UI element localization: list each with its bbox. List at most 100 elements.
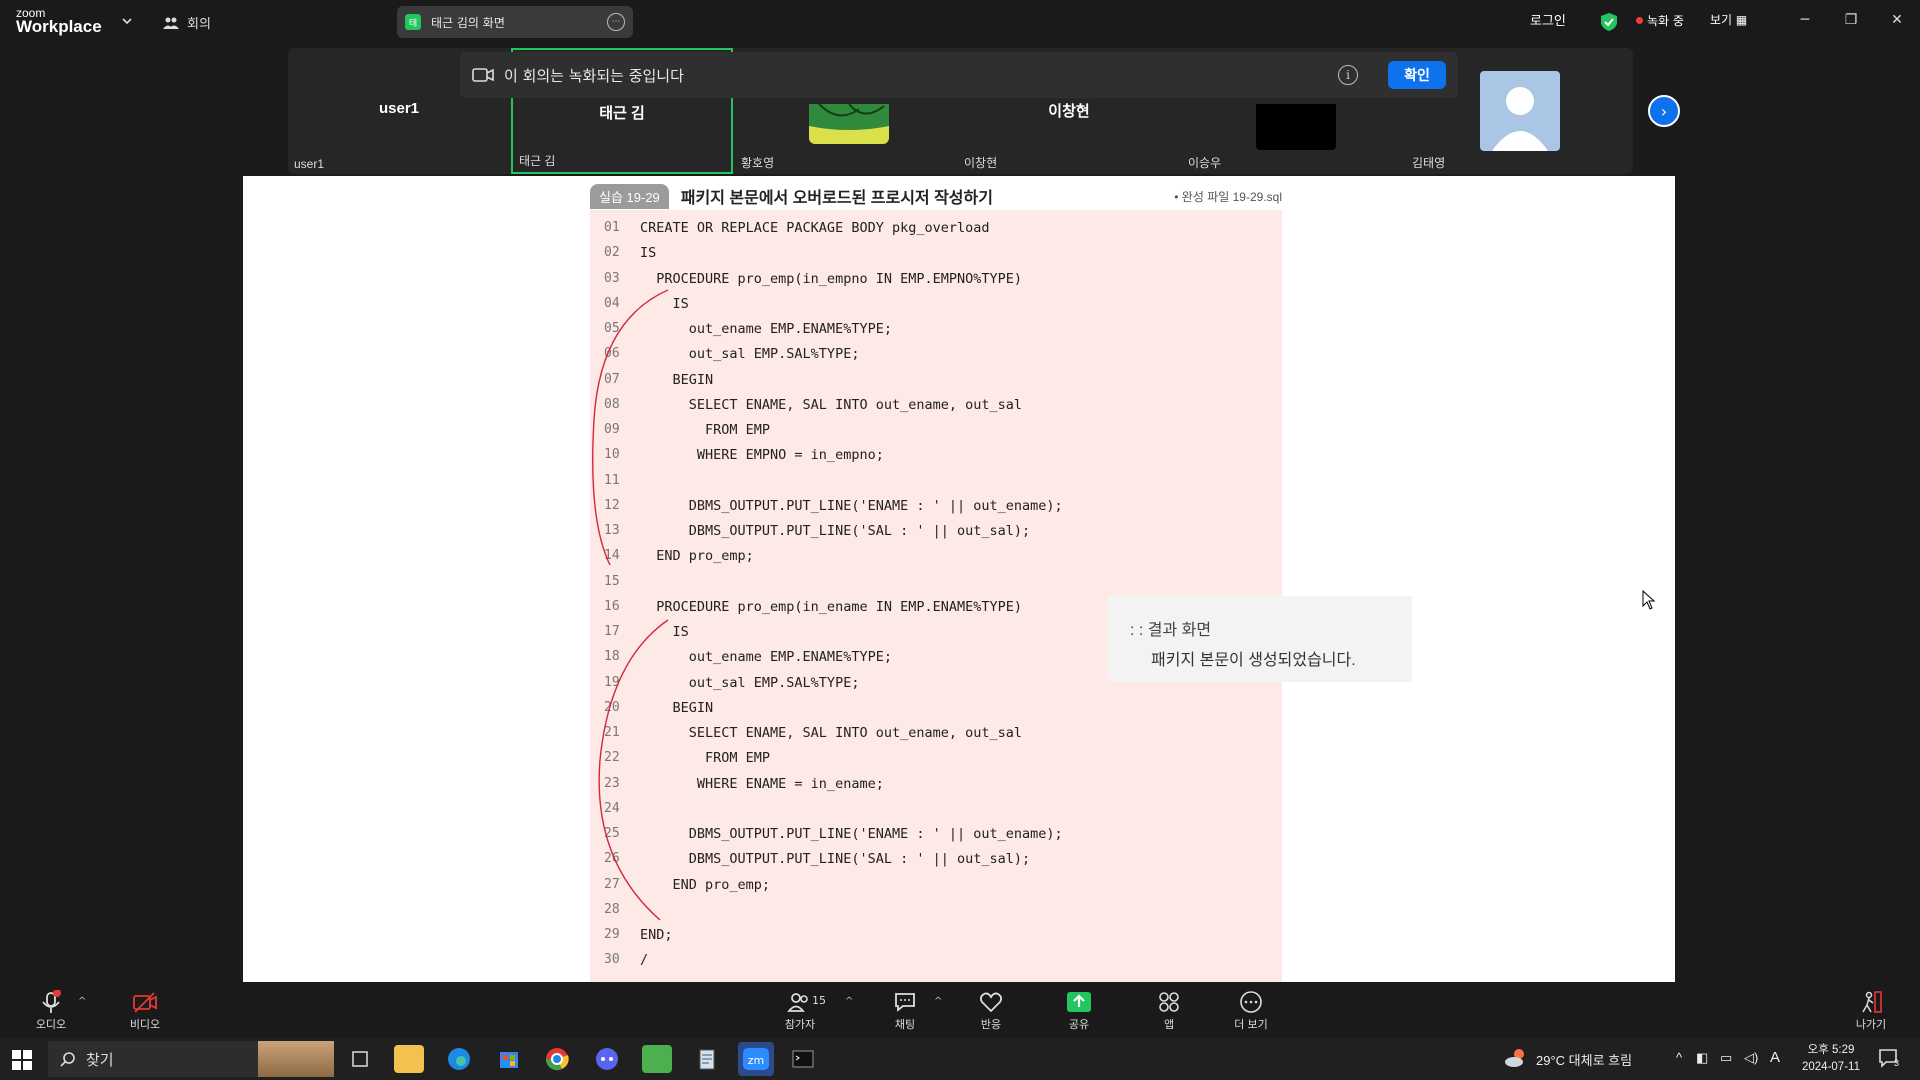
participants-icon (787, 993, 808, 1012)
video-button[interactable]: 비디오 (110, 990, 180, 1038)
discord-icon[interactable] (592, 1045, 622, 1073)
chrome-icon[interactable] (542, 1045, 572, 1073)
confirm-button[interactable]: 확인 (1388, 61, 1446, 89)
code-line: 13 DBMS_OUTPUT.PUT_LINE('SAL : ' || out_… (590, 523, 1282, 548)
more-icon[interactable]: ··· (607, 13, 625, 31)
code-text: SELECT ENAME, SAL INTO out_ename, out_sa… (640, 725, 1023, 741)
participant-image (809, 103, 889, 144)
zoom-app-icon[interactable]: zm (738, 1042, 774, 1076)
person-icon (1492, 87, 1548, 151)
participant-name: user1 (378, 100, 420, 117)
clock[interactable]: 오후 5:29 2024-07-11 (1796, 1042, 1866, 1076)
participant-label: 황호영 (741, 156, 775, 170)
code-line: 06 out_sal EMP.SAL%TYPE; (590, 346, 1282, 371)
code-line: 22 FROM EMP (590, 750, 1282, 775)
participant-label: 이승우 (1188, 156, 1222, 170)
code-text: DBMS_OUTPUT.PUT_LINE('SAL : ' || out_sal… (640, 851, 1031, 868)
code-line: 14 END pro_emp; (590, 548, 1282, 573)
code-line: 26 DBMS_OUTPUT.PUT_LINE('SAL : ' || out_… (590, 851, 1282, 876)
code-text: DBMS_OUTPUT.PUT_LINE('ENAME : ' || out_e… (640, 497, 1063, 514)
leave-icon (1862, 991, 1882, 1013)
exercise-tag: 실습 19-29 (590, 183, 669, 209)
meeting-label: 회의 (187, 17, 211, 32)
participants-options-icon[interactable]: ^ (845, 996, 853, 1007)
chevron-down-icon[interactable] (120, 14, 134, 28)
minimize-button[interactable]: ─ (1790, 8, 1820, 32)
chat-button[interactable]: 채팅 (870, 990, 940, 1038)
close-button[interactable]: ✕ (1882, 8, 1912, 32)
view-menu[interactable]: 보기 ▦ (1710, 11, 1747, 28)
terminal-icon[interactable] (788, 1045, 818, 1073)
ime-indicator[interactable]: A (1770, 1049, 1780, 1066)
signin-button[interactable]: 로그인 (1530, 10, 1566, 29)
exercise-header: 실습 19-29 패키지 본문에서 오버로드된 프로시저 작성하기 • 완성 파… (590, 183, 1282, 209)
code-line: 09 FROM EMP (590, 422, 1282, 447)
title-bar (0, 0, 1920, 44)
network-icon[interactable]: ▭ (1720, 1050, 1732, 1066)
chevron-up-icon[interactable]: ^ (1676, 1050, 1682, 1065)
apps-label: 앱 (1163, 1019, 1175, 1031)
store-icon[interactable] (494, 1045, 524, 1073)
task-view-icon[interactable] (345, 1045, 375, 1073)
code-line: 23 WHERE ENAME = in_ename; (590, 776, 1282, 801)
share-label: 공유 (1068, 1019, 1090, 1031)
video-record-icon (472, 68, 494, 82)
participants-button[interactable]: 참가자 (760, 990, 840, 1038)
audio-label: 오디오 (35, 1019, 67, 1031)
chat-options-icon[interactable]: ^ (934, 996, 942, 1007)
participant-label: 이창현 (964, 156, 998, 170)
code-text: WHERE EMPNO = in_empno; (640, 447, 884, 464)
notepad-icon[interactable] (692, 1045, 722, 1073)
mouse-cursor-icon (1642, 590, 1656, 610)
more-label: 더 보기 (1234, 1019, 1268, 1031)
react-button[interactable]: 반응 (956, 990, 1026, 1038)
meet-now-icon[interactable]: ◧ (1696, 1050, 1708, 1066)
more-button[interactable]: 더 보기 (1216, 990, 1286, 1038)
chat-label: 채팅 (894, 1019, 916, 1031)
brand-name[interactable]: Workplace (16, 17, 102, 37)
file-explorer-icon[interactable] (394, 1045, 424, 1073)
participant-label: 태근 김 (519, 154, 556, 168)
audio-options-icon[interactable]: ^ (78, 996, 86, 1007)
taskbar-search[interactable]: 찾기 (48, 1041, 334, 1077)
participant-label: 김태영 (1412, 156, 1446, 170)
notification-count: 3 (1894, 1058, 1900, 1068)
clock-date: 2024-07-11 (1802, 1061, 1860, 1073)
apps-icon (1159, 992, 1179, 1012)
video-off-icon (133, 992, 157, 1013)
share-button[interactable]: 공유 (1044, 990, 1114, 1038)
code-text: out_ename EMP.ENAME%TYPE; (640, 321, 892, 337)
recording-banner: 이 회의는 녹화되는 중입니다 i 확인 (460, 52, 1458, 98)
chevron-right-icon: › (1660, 101, 1668, 121)
code-text: out_sal EMP.SAL%TYPE; (640, 674, 860, 691)
leave-button[interactable]: 나가기 (1836, 990, 1906, 1038)
volume-icon[interactable]: ◁) (1744, 1050, 1758, 1066)
code-line: 11 (590, 473, 1282, 498)
shield-check-icon[interactable] (1600, 12, 1618, 32)
share-indicator[interactable]: 태 태근 김의 화면 ··· (397, 6, 633, 38)
media-player-icon[interactable] (642, 1045, 672, 1073)
restore-button[interactable]: ❐ (1836, 8, 1866, 32)
meeting-menu[interactable]: 회의 (163, 13, 211, 32)
video-label: 비디오 (129, 1019, 161, 1031)
next-page-button[interactable]: › (1648, 95, 1680, 127)
code-line: 30 / (590, 952, 1282, 977)
search-icon (60, 1052, 75, 1067)
recording-indicator[interactable]: 녹화 중 (1636, 12, 1684, 29)
microphone-icon (42, 990, 61, 1013)
recording-banner-text: 이 회의는 녹화되는 중입니다 (504, 66, 684, 85)
info-icon[interactable]: i (1338, 65, 1358, 85)
code-text: WHERE ENAME = in_ename; (640, 775, 884, 792)
code-line: 15 (590, 574, 1282, 599)
participants-label: 참가자 (784, 1019, 816, 1031)
audio-button[interactable]: 오디오 (16, 990, 86, 1038)
solution-file: • 완성 파일 19-29.sql (1174, 189, 1282, 204)
apps-button[interactable]: 앱 (1134, 990, 1204, 1038)
windows-start-icon[interactable] (12, 1050, 32, 1070)
edge-icon[interactable] (444, 1045, 474, 1073)
record-dot-icon (1636, 17, 1643, 24)
line-number: 29 (604, 927, 620, 942)
weather-text[interactable]: 29°C 대체로 흐림 (1536, 1050, 1632, 1069)
weather-icon[interactable] (1504, 1047, 1528, 1069)
code-line: 29 END; (590, 927, 1282, 952)
